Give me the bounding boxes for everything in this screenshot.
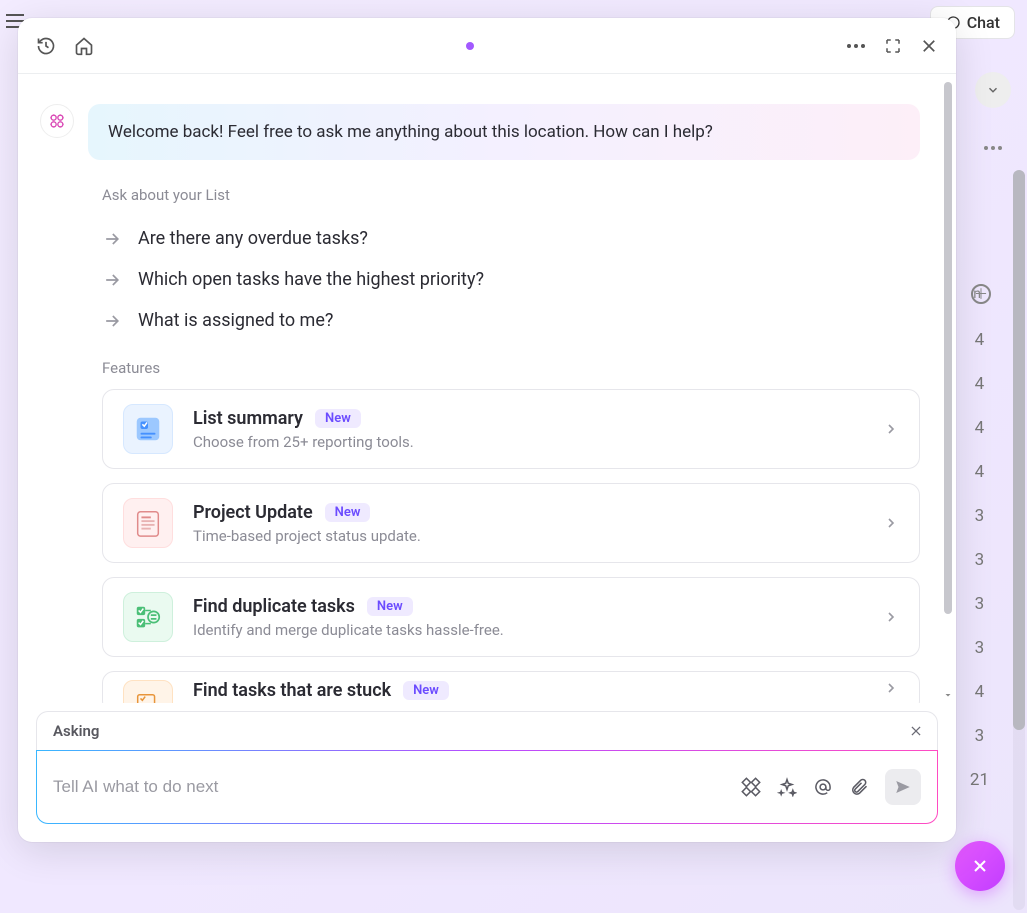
page-scrollbar[interactable] <box>1013 170 1025 910</box>
suggestion-text: Which open tasks have the highest priori… <box>138 269 484 290</box>
feature-card[interactable]: List summary New Choose from 25+ reporting… <box>102 389 920 469</box>
ai-avatar-icon <box>40 104 74 138</box>
modal-scroll-area[interactable]: Welcome back! Feel free to ask me anythi… <box>18 74 942 703</box>
row-number: 3 <box>970 594 989 614</box>
chevron-right-icon <box>883 609 899 625</box>
feature-icon <box>123 498 173 548</box>
collapse-caret-icon[interactable] <box>975 72 1011 108</box>
row-number: 3 <box>970 638 989 658</box>
suggestion-text: Are there any overdue tasks? <box>138 228 368 249</box>
new-badge: New <box>315 409 361 428</box>
page-scrollbar-thumb[interactable] <box>1013 170 1025 730</box>
row-number: 4 <box>970 374 989 394</box>
greeting-message: Welcome back! Feel free to ask me anythi… <box>88 104 920 160</box>
feature-card[interactable]: Project Update New Time-based project stat… <box>102 483 920 563</box>
new-badge: New <box>367 597 413 616</box>
suggestion-item[interactable]: Which open tasks have the highest priori… <box>102 259 920 300</box>
suggestion-item[interactable]: Are there any overdue tasks? <box>102 218 920 259</box>
feature-title: Find tasks that are stuck <box>193 680 391 701</box>
feature-card[interactable]: Find tasks that are stuck New <box>102 671 920 703</box>
mention-icon[interactable] <box>813 777 833 797</box>
feature-subtitle: Choose from 25+ reporting tools. <box>193 433 863 451</box>
ai-input-row <box>36 750 938 824</box>
feature-icon <box>123 592 173 642</box>
arrow-right-icon <box>102 311 122 331</box>
more-icon[interactable] <box>975 134 1011 162</box>
context-row: Asking <box>36 711 938 750</box>
modal-footer: Asking <box>18 703 956 842</box>
chevron-right-icon <box>883 515 899 531</box>
feature-title: Project Update <box>193 502 313 523</box>
features-header: Features <box>102 359 920 377</box>
suggestions-header: Ask about your List <box>102 186 920 204</box>
status-dot-icon <box>466 42 474 50</box>
sparkle-icon[interactable] <box>777 777 797 797</box>
chat-button-label: Chat <box>967 13 1000 32</box>
context-chip[interactable] <box>109 722 339 740</box>
feature-title: List summary <box>193 408 303 429</box>
expand-icon[interactable] <box>884 37 902 55</box>
new-badge: New <box>403 681 449 700</box>
modal-header <box>18 18 956 74</box>
row-number: 21 <box>970 770 989 790</box>
ai-assistant-modal: Welcome back! Feel free to ask me anythi… <box>18 18 956 842</box>
close-assistant-fab[interactable] <box>955 841 1005 891</box>
row-numbers: 4 4 4 4 3 3 3 3 4 3 21 <box>970 330 989 790</box>
row-number: 3 <box>970 550 989 570</box>
time-col-header: n <box>973 286 981 302</box>
context-label: Asking <box>53 722 99 740</box>
history-icon[interactable] <box>36 36 56 56</box>
row-number: 4 <box>970 682 989 702</box>
suggestion-item[interactable]: What is assigned to me? <box>102 300 920 341</box>
scroll-caret-icon <box>942 689 954 701</box>
feature-icon <box>123 404 173 454</box>
row-number: 4 <box>970 462 989 482</box>
feature-subtitle: Time-based project status update. <box>193 527 863 545</box>
attach-icon[interactable] <box>849 777 869 797</box>
row-number: 3 <box>970 726 989 746</box>
feature-subtitle: Identify and merge duplicate tasks hassl… <box>193 621 863 639</box>
suggestion-text: What is assigned to me? <box>138 310 333 331</box>
row-number: 3 <box>970 506 989 526</box>
modal-scrollbar[interactable] <box>944 82 952 614</box>
tools-icon[interactable] <box>741 777 761 797</box>
modal-body: Welcome back! Feel free to ask me anythi… <box>18 74 956 703</box>
close-icon[interactable] <box>920 37 938 55</box>
context-close-icon[interactable] <box>909 724 923 738</box>
feature-title: Find duplicate tasks <box>193 596 355 617</box>
new-badge: New <box>325 503 371 522</box>
row-number: 4 <box>970 330 989 350</box>
chevron-right-icon <box>883 421 899 437</box>
home-icon[interactable] <box>74 36 94 56</box>
more-options-icon[interactable] <box>846 43 866 49</box>
chevron-right-icon <box>883 680 899 696</box>
arrow-right-icon <box>102 229 122 249</box>
ai-prompt-input[interactable] <box>53 777 727 797</box>
row-number: 4 <box>970 418 989 438</box>
feature-icon <box>123 680 173 703</box>
feature-card[interactable]: Find duplicate tasks New Identify and merg… <box>102 577 920 657</box>
send-button[interactable] <box>885 769 921 805</box>
arrow-right-icon <box>102 270 122 290</box>
